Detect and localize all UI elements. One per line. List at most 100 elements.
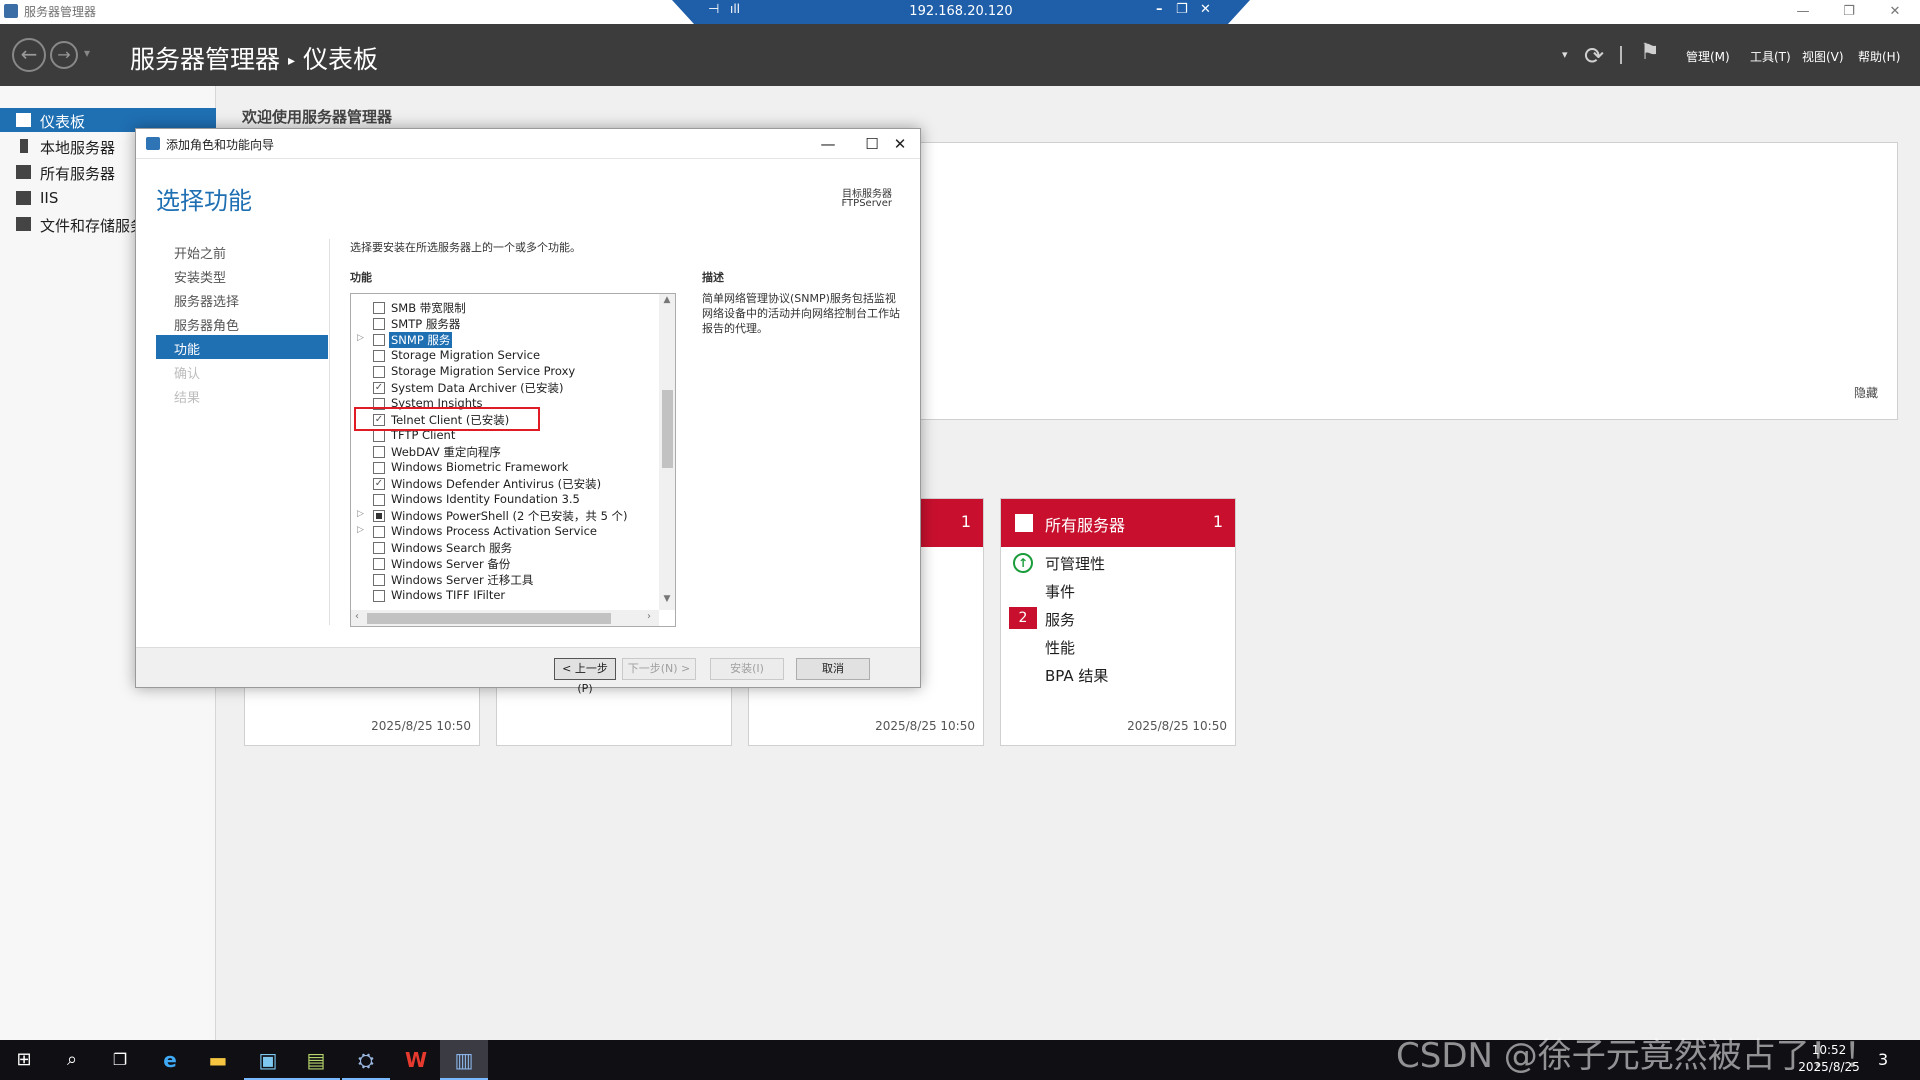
- features-vertical-scrollbar[interactable]: ▲ ▼: [659, 294, 675, 610]
- feature-item[interactable]: Windows TIFF IFilter: [351, 588, 659, 604]
- expand-arrow-icon[interactable]: ▷: [357, 525, 364, 535]
- system-clock[interactable]: 10:52 2025/8/25: [1794, 1042, 1864, 1076]
- feature-checkbox[interactable]: [373, 542, 385, 554]
- feature-item[interactable]: ✓ System Data Archiver (已安装): [351, 380, 659, 396]
- remote-restore-button[interactable]: ❐: [1176, 2, 1188, 17]
- back-button[interactable]: ←: [12, 38, 46, 72]
- expand-arrow-icon[interactable]: ▷: [357, 333, 364, 343]
- wizard-minimize-button[interactable]: —: [808, 131, 848, 157]
- feature-checkbox[interactable]: [373, 430, 385, 442]
- dashboard-icon: [16, 113, 31, 127]
- window-close-button[interactable]: ✕: [1872, 1, 1918, 23]
- network-app-icon[interactable]: ⛭: [342, 1040, 390, 1080]
- all-servers-tile[interactable]: 所有服务器 1 ↑ 可管理性 事件 2 服务 性能 BPA 结果 2025/8/…: [1000, 498, 1236, 746]
- server-manager-app-icon: [4, 4, 18, 18]
- menu-manage[interactable]: 管理(M): [1686, 48, 1730, 65]
- feature-checkbox[interactable]: [373, 590, 385, 602]
- scroll-down-icon[interactable]: ▼: [659, 594, 675, 604]
- cancel-button[interactable]: 取消: [796, 658, 870, 680]
- refresh-dropdown-icon[interactable]: ▾: [1562, 48, 1568, 61]
- feature-item[interactable]: WebDAV 重定向程序: [351, 444, 659, 460]
- breadcrumb-root[interactable]: 服务器管理器: [130, 45, 280, 74]
- feature-item[interactable]: Windows Biometric Framework: [351, 460, 659, 476]
- file-explorer-icon[interactable]: ▬: [194, 1040, 242, 1080]
- step-before-you-begin[interactable]: 开始之前: [156, 239, 328, 263]
- feature-item[interactable]: ✓ Windows Defender Antivirus (已安装): [351, 476, 659, 492]
- feature-checkbox[interactable]: [373, 558, 385, 570]
- server-app-icon[interactable]: ▤: [292, 1040, 340, 1080]
- step-features[interactable]: 功能: [156, 335, 328, 359]
- menu-help[interactable]: 帮助(H): [1858, 48, 1900, 65]
- windows-start-icon[interactable]: ⊞: [0, 1040, 48, 1080]
- feature-label: Windows PowerShell (2 个已安装，共 5 个): [391, 509, 628, 523]
- server-manager-icon[interactable]: ▥: [440, 1040, 488, 1080]
- step-installation-type[interactable]: 安装类型: [156, 263, 328, 287]
- welcome-title: 欢迎使用服务器管理器: [242, 108, 393, 126]
- task-view-icon[interactable]: ❐: [96, 1040, 144, 1080]
- history-dropdown-icon[interactable]: ▾: [84, 46, 90, 60]
- refresh-icon[interactable]: ⟳: [1584, 42, 1604, 70]
- description-text: 简单网络管理协议(SNMP)服务包括监视网络设备中的活动并向网络控制台工作站报告…: [702, 292, 900, 335]
- feature-checkbox[interactable]: [373, 350, 385, 362]
- feature-checkbox[interactable]: [373, 494, 385, 506]
- feature-item[interactable]: Windows Server 迁移工具: [351, 572, 659, 588]
- feature-item[interactable]: Windows Server 备份: [351, 556, 659, 572]
- tile-row-manageability[interactable]: 可管理性: [1045, 553, 1105, 574]
- expand-arrow-icon[interactable]: ▷: [357, 509, 364, 519]
- tile-row-bpa-results[interactable]: BPA 结果: [1045, 665, 1108, 686]
- scroll-up-icon[interactable]: ▲: [659, 295, 675, 305]
- clock-time: 10:52: [1811, 1043, 1847, 1057]
- feature-item[interactable]: Storage Migration Service: [351, 348, 659, 364]
- step-server-roles[interactable]: 服务器角色: [156, 311, 328, 335]
- feature-item[interactable]: SMTP 服务器: [351, 316, 659, 332]
- feature-item[interactable]: ▷ Windows Process Activation Service: [351, 524, 659, 540]
- scroll-left-icon[interactable]: ‹: [355, 611, 359, 622]
- feature-label: Windows Process Activation Service: [391, 524, 598, 538]
- feature-checkbox[interactable]: ✓: [373, 382, 385, 394]
- remote-close-button[interactable]: ✕: [1200, 2, 1211, 17]
- feature-item[interactable]: Windows Search 服务: [351, 540, 659, 556]
- feature-checkbox[interactable]: [373, 302, 385, 314]
- internet-explorer-icon[interactable]: e: [146, 1040, 194, 1080]
- feature-checkbox[interactable]: [373, 462, 385, 474]
- features-tree[interactable]: SMB 带宽限制 SMTP 服务器 ▷ SNMP 服务 Storage Migratio…: [350, 293, 676, 627]
- forward-button[interactable]: →: [50, 41, 78, 69]
- feature-checkbox[interactable]: [373, 318, 385, 330]
- tile-header[interactable]: 所有服务器 1: [1001, 499, 1235, 547]
- feature-checkbox[interactable]: [373, 446, 385, 458]
- remote-desktop-icon[interactable]: ▣: [244, 1040, 292, 1080]
- menu-view[interactable]: 视图(V): [1802, 48, 1844, 65]
- feature-checkbox[interactable]: [373, 334, 385, 346]
- feature-item[interactable]: SMB 带宽限制: [351, 300, 659, 316]
- feature-item[interactable]: ▷ SNMP 服务: [351, 332, 659, 348]
- step-server-selection[interactable]: 服务器选择: [156, 287, 328, 311]
- wizard-close-button[interactable]: ✕: [880, 131, 920, 157]
- feature-checkbox[interactable]: [373, 574, 385, 586]
- feature-checkbox[interactable]: [373, 510, 385, 522]
- tile-row-services[interactable]: 服务: [1045, 609, 1075, 630]
- horizontal-scroll-thumb[interactable]: [367, 613, 611, 624]
- tile-row-events[interactable]: 事件: [1045, 581, 1075, 602]
- vertical-scroll-thumb[interactable]: [662, 390, 673, 468]
- hide-welcome-link[interactable]: 隐藏: [1854, 384, 1878, 401]
- window-minimize-button[interactable]: —: [1780, 1, 1826, 23]
- wps-icon[interactable]: W: [392, 1040, 440, 1080]
- action-center-icon[interactable]: 3: [1878, 1050, 1888, 1069]
- scroll-right-icon[interactable]: ›: [647, 611, 651, 622]
- feature-checkbox[interactable]: ✓: [373, 478, 385, 490]
- remote-minimize-button[interactable]: –: [1156, 2, 1163, 17]
- feature-item[interactable]: Storage Migration Service Proxy: [351, 364, 659, 380]
- previous-button[interactable]: < 上一步(P): [554, 658, 616, 695]
- search-icon[interactable]: ⌕: [48, 1040, 96, 1080]
- notifications-flag-icon[interactable]: ⚑: [1640, 40, 1660, 65]
- window-restore-button[interactable]: ❐: [1826, 1, 1872, 23]
- feature-checkbox[interactable]: [373, 526, 385, 538]
- feature-item[interactable]: Windows Identity Foundation 3.5: [351, 492, 659, 508]
- features-horizontal-scrollbar[interactable]: ‹ ›: [351, 610, 659, 626]
- menu-tools[interactable]: 工具(T): [1750, 48, 1791, 65]
- tile-row-performance[interactable]: 性能: [1045, 637, 1075, 658]
- step-label: 安装类型: [174, 271, 227, 286]
- wizard-instruction: 选择要安装在所选服务器上的一个或多个功能。: [350, 241, 581, 254]
- feature-checkbox[interactable]: [373, 366, 385, 378]
- feature-item[interactable]: ▷ Windows PowerShell (2 个已安装，共 5 个): [351, 508, 659, 524]
